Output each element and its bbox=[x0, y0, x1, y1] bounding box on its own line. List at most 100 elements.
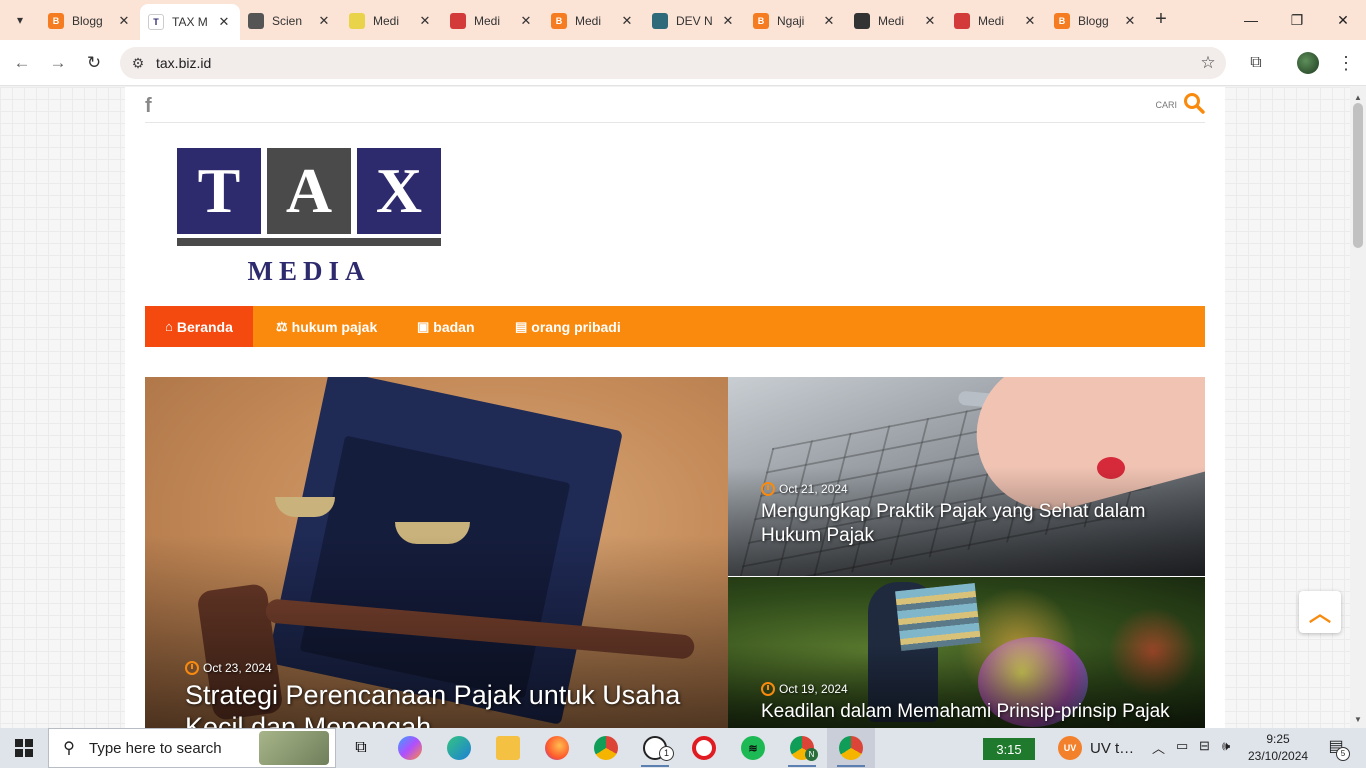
chrome-icon[interactable] bbox=[582, 728, 630, 768]
blogger-favicon-icon: B bbox=[48, 13, 64, 29]
battery-indicator[interactable]: 3:15 bbox=[983, 738, 1035, 760]
logo-letter-t: T bbox=[177, 148, 261, 234]
new-tab-button[interactable]: + bbox=[1150, 8, 1172, 30]
post-title[interactable]: Mengungkap Praktik Pajak yang Sehat dala… bbox=[761, 500, 1181, 548]
tab-close-icon[interactable]: ✕ bbox=[720, 13, 736, 29]
page-scrollbar[interactable]: ▲ ▼ bbox=[1350, 87, 1366, 728]
profile-avatar[interactable] bbox=[1297, 52, 1319, 74]
taskbar-search-box[interactable]: ⚲ Type here to search bbox=[48, 728, 336, 768]
browser-menu-icon[interactable]: ⋮ bbox=[1336, 51, 1356, 75]
tab-close-icon[interactable]: ✕ bbox=[922, 13, 938, 29]
featured-post-main[interactable]: Oct 23, 2024 Strategi Perencanaan Pajak … bbox=[145, 377, 728, 728]
clock-icon bbox=[185, 661, 199, 675]
address-bar[interactable]: ⚙ tax.biz.id ☆ bbox=[120, 47, 1226, 79]
start-button[interactable] bbox=[0, 728, 48, 768]
post-date: Oct 21, 2024 bbox=[761, 482, 848, 496]
page-viewport: f CARI T A X MEDIA ⌂ Beranda ⚖ hukum paj… bbox=[0, 87, 1350, 728]
show-hidden-icons-chevron-icon[interactable]: ︿ bbox=[1152, 738, 1165, 757]
clock-icon bbox=[761, 682, 775, 696]
tab-close-icon[interactable]: ✕ bbox=[619, 13, 635, 29]
post-title[interactable]: Strategi Perencanaan Pajak untuk Usaha K… bbox=[185, 679, 705, 728]
browser-tab[interactable]: B Blogg ✕ bbox=[40, 6, 140, 36]
back-button[interactable]: ← bbox=[10, 51, 34, 75]
whatsapp-icon[interactable]: 1 bbox=[631, 728, 679, 768]
opera-icon[interactable] bbox=[680, 728, 728, 768]
browser-tab-strip: ▾ B Blogg ✕ T TAX M ✕ Scien ✕ Medi ✕ Med… bbox=[0, 0, 1366, 40]
browser-tab[interactable]: Medi ✕ bbox=[846, 6, 946, 36]
restore-window-button[interactable]: ❐ bbox=[1274, 0, 1320, 40]
search-icon: ⚲ bbox=[63, 740, 75, 757]
chrome-profile-badge: N bbox=[805, 748, 818, 761]
logo-letter-x: X bbox=[357, 148, 441, 234]
tab-search-dropdown-icon[interactable]: ▾ bbox=[8, 8, 32, 32]
tab-close-icon[interactable]: ✕ bbox=[417, 13, 433, 29]
tab-close-icon[interactable]: ✕ bbox=[1022, 13, 1038, 29]
tab-close-icon[interactable]: ✕ bbox=[316, 13, 332, 29]
nav-label: hukum pajak bbox=[291, 318, 378, 335]
nav-label: orang pribadi bbox=[531, 318, 621, 335]
browser-tab[interactable]: B Ngaji ✕ bbox=[745, 6, 845, 36]
chrome-active-icon[interactable] bbox=[827, 728, 875, 768]
clock-time: 9:25 bbox=[1266, 732, 1290, 746]
battery-icon[interactable]: ▭ bbox=[1176, 738, 1188, 754]
notification-center-icon[interactable]: ▤ 5 bbox=[1324, 736, 1350, 761]
site-topbar: f CARI bbox=[145, 87, 1205, 123]
copilot-icon[interactable] bbox=[386, 728, 434, 768]
facebook-icon[interactable]: f bbox=[145, 95, 152, 118]
back-to-top-button[interactable]: ︿ bbox=[1299, 591, 1341, 633]
notification-count-badge: 5 bbox=[1336, 747, 1350, 761]
browser-tab[interactable]: Medi ✕ bbox=[442, 6, 542, 36]
tab-close-icon[interactable]: ✕ bbox=[216, 14, 232, 30]
tab-close-icon[interactable]: ✕ bbox=[518, 13, 534, 29]
browser-toolbar: ← → ↻ ⚙ tax.biz.id ☆ ⧉ ⋮ bbox=[0, 40, 1366, 86]
spotify-icon[interactable]: ≋ bbox=[729, 728, 777, 768]
tab-close-icon[interactable]: ✕ bbox=[1122, 13, 1138, 29]
taxmedia-favicon-icon: T bbox=[148, 14, 164, 30]
chrome-profile-icon[interactable]: N bbox=[778, 728, 826, 768]
browser-tab[interactable]: B Blogg ✕ bbox=[1046, 6, 1146, 36]
close-window-button[interactable]: ✕ bbox=[1320, 0, 1366, 40]
logo-letter-a: A bbox=[267, 148, 351, 234]
firefox-icon[interactable] bbox=[533, 728, 581, 768]
browser-tab[interactable]: Medi ✕ bbox=[946, 6, 1046, 36]
blogger-favicon-icon: B bbox=[551, 13, 567, 29]
nav-item-hukum-pajak[interactable]: ⚖ hukum pajak bbox=[256, 306, 397, 347]
windows-logo-icon bbox=[15, 739, 33, 757]
search-icon[interactable] bbox=[1183, 92, 1205, 119]
windows-taskbar: ⚲ Type here to search ⧉ 1 ≋ N 3:15 UV UV… bbox=[0, 728, 1366, 768]
bookmark-star-icon[interactable]: ☆ bbox=[1190, 53, 1226, 73]
reload-button[interactable]: ↻ bbox=[82, 51, 106, 75]
minimize-window-button[interactable]: — bbox=[1228, 0, 1274, 40]
uv-weather-widget[interactable]: UV UV t… bbox=[1058, 736, 1134, 760]
browser-tab[interactable]: B Medi ✕ bbox=[543, 6, 643, 36]
extensions-puzzle-icon[interactable]: ⧉ bbox=[1244, 51, 1268, 75]
browser-tab[interactable]: DEV N ✕ bbox=[644, 6, 744, 36]
file-explorer-icon[interactable] bbox=[484, 728, 532, 768]
post-title[interactable]: Keadilan dalam Memahami Prinsip-prinsip … bbox=[761, 700, 1201, 724]
featured-post-secondary[interactable]: Oct 21, 2024 Mengungkap Praktik Pajak ya… bbox=[728, 377, 1205, 576]
nav-item-orang-pribadi[interactable]: ▤ orang pribadi bbox=[495, 306, 641, 347]
site-logo[interactable]: T A X MEDIA bbox=[177, 148, 441, 286]
nav-label: Beranda bbox=[176, 318, 233, 335]
featured-post-tertiary[interactable]: Oct 19, 2024 Keadilan dalam Memahami Pri… bbox=[728, 577, 1205, 728]
site-info-icon[interactable]: ⚙ bbox=[120, 55, 156, 72]
task-view-icon[interactable]: ⧉ bbox=[337, 728, 385, 768]
browser-tab[interactable]: Scien ✕ bbox=[240, 6, 340, 36]
browser-tab[interactable]: Medi ✕ bbox=[341, 6, 441, 36]
scrollbar-thumb[interactable] bbox=[1353, 103, 1363, 248]
site-container: f CARI T A X MEDIA ⌂ Beranda ⚖ hukum paj… bbox=[125, 87, 1225, 728]
scroll-up-arrow-icon[interactable]: ▲ bbox=[1354, 93, 1362, 102]
search-label[interactable]: CARI bbox=[1155, 100, 1177, 110]
url-text[interactable]: tax.biz.id bbox=[156, 55, 1190, 71]
nav-item-beranda[interactable]: ⌂ Beranda bbox=[145, 306, 253, 347]
browser-tab-active[interactable]: T TAX M ✕ bbox=[140, 4, 240, 40]
tab-close-icon[interactable]: ✕ bbox=[116, 13, 132, 29]
volume-icon[interactable]: 🕪 bbox=[1222, 738, 1230, 754]
system-clock[interactable]: 9:25 23/10/2024 bbox=[1248, 731, 1308, 765]
scroll-down-arrow-icon[interactable]: ▼ bbox=[1354, 715, 1362, 724]
nav-item-badan[interactable]: ▣ badan bbox=[397, 306, 495, 347]
tab-close-icon[interactable]: ✕ bbox=[821, 13, 837, 29]
forward-button[interactable]: → bbox=[46, 51, 70, 75]
network-icon[interactable]: ⊟ bbox=[1199, 738, 1210, 754]
edge-browser-icon[interactable] bbox=[435, 728, 483, 768]
